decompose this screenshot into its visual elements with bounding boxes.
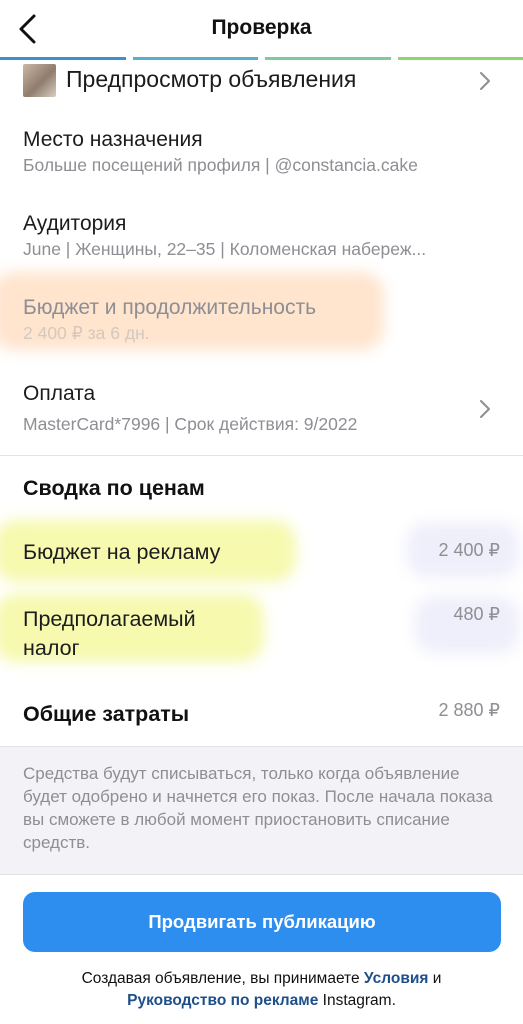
terms-suffix: Instagram. (318, 992, 396, 1009)
progress-segment-1 (0, 57, 126, 60)
promote-post-button[interactable]: Продвигать публикацию (23, 892, 501, 952)
progress-segment-4 (397, 57, 523, 60)
progress-segment-3 (265, 57, 391, 60)
progress-bar (0, 57, 523, 61)
divider (0, 746, 523, 747)
divider (0, 455, 523, 456)
tax-label-line1: Предполагаемый (23, 607, 196, 631)
audience-subtitle: June | Женщины, 22–35 | Коломенская набе… (23, 239, 427, 259)
price-summary-title: Сводка по ценам (23, 476, 205, 500)
destination-subtitle: Больше посещений профиля | @constancia.c… (23, 155, 418, 175)
divider (0, 874, 523, 875)
footer: Продвигать публикацию Создавая объявлени… (0, 874, 523, 1024)
budget-title: Бюджет и продолжительность (23, 296, 317, 319)
ad-preview-row[interactable]: Предпросмотр объявления (0, 62, 523, 100)
progress-segment-2 (132, 57, 258, 60)
payment-title: Оплата (23, 382, 96, 405)
page-title: Проверка (211, 16, 312, 39)
billing-notice-text: Средства будут списываться, только когда… (23, 764, 493, 852)
audience-title: Аудитория (23, 212, 127, 235)
total-cost-label: Общие затраты (23, 702, 190, 726)
terms-text: Создавая объявление, вы принимаете Услов… (0, 968, 523, 1012)
total-cost-value: 2 880 ₽ (438, 700, 501, 720)
header: Проверка (0, 0, 523, 60)
terms-prefix: Создавая объявление, вы принимаете (81, 970, 364, 987)
payment-subtitle: MasterCard*7996 | Срок действия: 9/2022 (23, 414, 358, 434)
chevron-right-icon (480, 72, 490, 90)
terms-and: и (428, 970, 442, 987)
tax-value: 480 ₽ (453, 604, 501, 624)
billing-notice: Средства будут списываться, только когда… (0, 746, 523, 874)
tax-label: Предполагаемый налог (23, 605, 196, 663)
budget-subtitle: 2 400 ₽ за 6 дн. (23, 323, 150, 343)
post-thumbnail (23, 64, 56, 97)
chevron-right-icon (480, 400, 490, 418)
ad-guidelines-link[interactable]: Руководство по рекламе (127, 992, 318, 1009)
ad-budget-label: Бюджет на рекламу (23, 540, 221, 564)
terms-link[interactable]: Условия (364, 970, 429, 987)
destination-title: Место назначения (23, 128, 203, 151)
tax-label-line2: налог (23, 636, 80, 660)
ad-preview-label: Предпросмотр объявления (66, 66, 357, 92)
ad-budget-value: 2 400 ₽ (438, 540, 501, 560)
